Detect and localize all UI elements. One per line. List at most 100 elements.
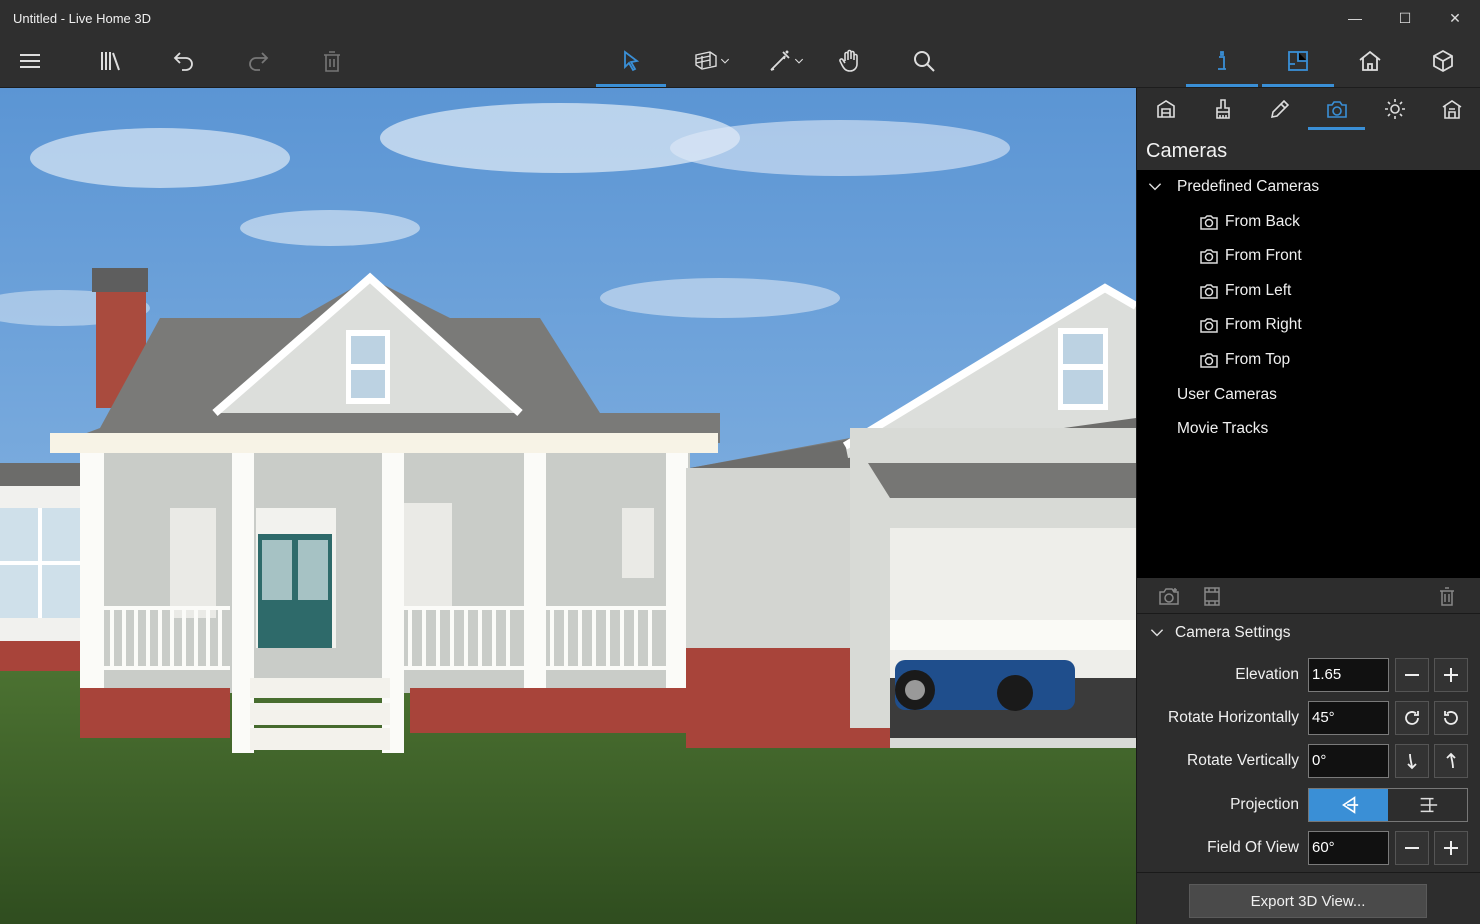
field-of-view-input[interactable]: 60° [1308,831,1389,865]
maximize-icon: ☐ [1398,9,1412,26]
minus-icon [1405,847,1419,849]
tree-node-predefined-cameras[interactable]: Predefined Cameras [1137,170,1480,204]
trash-icon [324,51,340,72]
orthographic-icon [1420,797,1437,813]
library-button[interactable] [81,36,141,86]
rotate-horizontally-input[interactable]: 45° [1308,701,1389,735]
plus-icon [1444,841,1458,855]
redo-button[interactable] [228,36,288,86]
view-3d-box-button[interactable] [1413,36,1473,86]
add-movie-track-button[interactable] [1192,578,1232,614]
panel-title: Cameras [1146,140,1228,162]
main-toolbar [0,36,1480,88]
tab-building[interactable] [1423,88,1480,130]
select-arrow-icon [624,50,640,72]
tilt-up-button[interactable] [1434,744,1468,778]
field-of-view-row: Field Of View 60° [1137,831,1480,867]
film-icon [1204,587,1220,606]
furniture-icon [1156,100,1175,118]
library-icon [101,52,120,71]
view-plan-button[interactable] [1262,36,1334,87]
sun-icon [1384,99,1405,119]
view-2d-button[interactable] [1186,36,1258,87]
pan-tool-button[interactable] [820,36,880,86]
tab-furniture[interactable] [1137,88,1194,130]
rotate-counterclockwise-button[interactable] [1434,701,1468,735]
cameras-action-bar [1137,578,1480,614]
tree-node-user-cameras[interactable]: User Cameras [1137,378,1480,412]
rotate-counterclockwise-icon [1444,711,1458,725]
chevron-down-icon [794,58,804,64]
delete-button[interactable] [302,36,362,86]
camera-icon [1200,318,1218,333]
tree-node-movie-tracks[interactable]: Movie Tracks [1137,412,1480,446]
elevation-label: Elevation [1235,666,1299,683]
camera-icon [1200,249,1218,264]
tab-cameras[interactable] [1308,88,1365,130]
view-3d-button[interactable] [1340,36,1400,86]
measure-tool-icon [770,50,790,71]
measure-tool-button[interactable] [758,36,814,86]
tree-item-from-back[interactable]: From Back [1137,205,1480,239]
elevation-row: Elevation 1.65 [1137,658,1480,694]
fov-increase-button[interactable] [1434,831,1468,865]
floor-plan-icon [1288,51,1308,71]
2d-plan-view-icon [1218,51,1226,70]
tree-node-label: Predefined Cameras [1177,178,1320,195]
trash-icon [1440,587,1454,606]
camera-settings-header[interactable]: Camera Settings [1149,624,1290,642]
minimize-button[interactable]: — [1330,0,1380,36]
elevation-increase-button[interactable] [1434,658,1468,692]
select-tool-button[interactable] [596,36,666,87]
tab-lighting[interactable] [1366,88,1423,130]
3d-house-view-icon [1359,50,1381,71]
tree-node-label: Movie Tracks [1177,420,1269,437]
tree-item-from-front[interactable]: From Front [1137,239,1480,273]
panel-tabs [1137,88,1480,130]
projection-toggle [1308,788,1468,822]
add-camera-icon [1159,588,1179,605]
minus-icon [1405,674,1419,676]
tilt-down-button[interactable] [1395,744,1429,778]
plus-icon [1444,668,1458,682]
rotate-clockwise-icon [1405,711,1419,725]
camera-icon [1200,284,1218,299]
chevron-down-icon [1148,183,1162,191]
rotate-vertically-input[interactable]: 0° [1308,744,1389,778]
delete-camera-button[interactable] [1427,578,1467,614]
wall-tool-button[interactable] [684,36,740,86]
orthographic-projection-button[interactable] [1388,789,1467,821]
wall-tool-icon [695,51,717,70]
maximize-button[interactable]: ☐ [1380,0,1430,36]
building-icon [1442,100,1461,119]
3d-viewport[interactable] [0,88,1136,924]
tree-item-from-top[interactable]: From Top [1137,343,1480,377]
elevation-input[interactable]: 1.65 [1308,658,1389,692]
close-icon: ✕ [1449,9,1461,26]
fov-decrease-button[interactable] [1395,831,1429,865]
export-3d-view-button[interactable]: Export 3D View... [1189,884,1427,918]
chevron-down-icon [1150,629,1164,637]
tree-item-label: From Front [1225,247,1302,264]
elevation-decrease-button[interactable] [1395,658,1429,692]
divider [1137,872,1480,873]
close-button[interactable]: ✕ [1430,0,1480,36]
window-title: Untitled - Live Home 3D [13,10,151,26]
undo-button[interactable] [154,36,214,86]
menu-button[interactable] [0,36,60,86]
perspective-projection-button[interactable] [1309,789,1388,821]
redo-icon [249,52,269,71]
tree-item-from-left[interactable]: From Left [1137,274,1480,308]
tab-materials[interactable] [1194,88,1251,130]
rotate-clockwise-button[interactable] [1395,701,1429,735]
pan-hand-icon [839,49,858,72]
add-camera-button[interactable] [1149,578,1189,614]
tree-item-from-right[interactable]: From Right [1137,308,1480,342]
tab-edit[interactable] [1251,88,1308,130]
zoom-tool-button[interactable] [894,36,954,86]
arrow-down-icon [1407,753,1417,770]
side-panel: Cameras Predefined Cameras From Back Fro… [1136,88,1480,924]
zoom-icon [914,51,935,72]
perspective-icon [1341,796,1358,814]
3d-box-icon [1433,49,1453,73]
